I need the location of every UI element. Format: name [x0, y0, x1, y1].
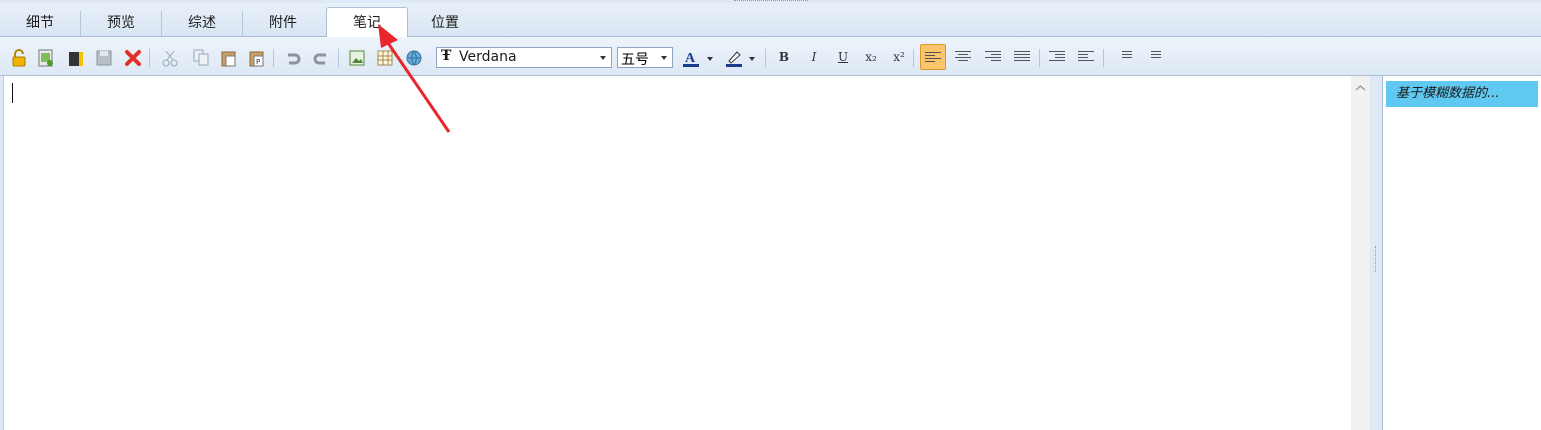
annotation-arrow — [378, 24, 451, 133]
